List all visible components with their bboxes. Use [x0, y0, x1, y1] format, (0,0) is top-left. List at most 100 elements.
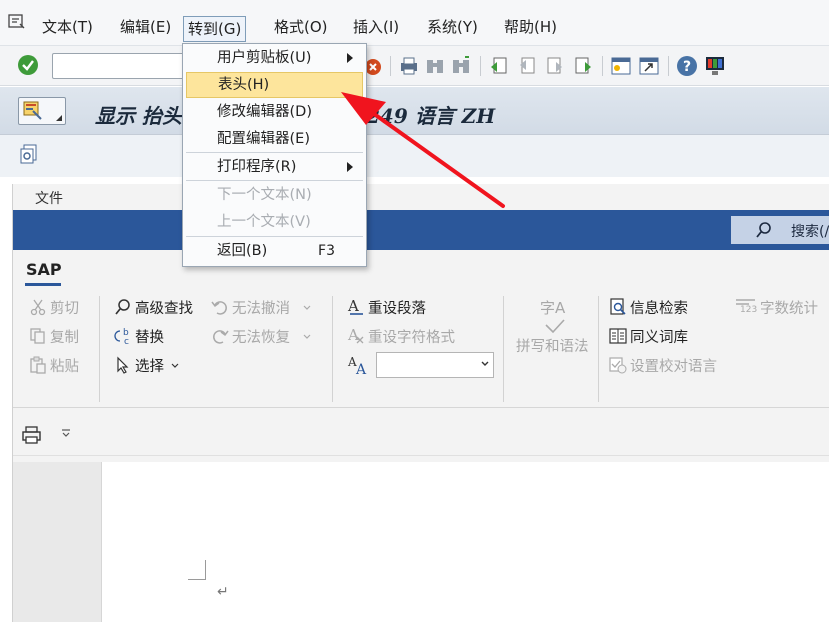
menu-item-label: 用户剪贴板(U) [217, 50, 312, 66]
copy-button[interactable]: 复制 [29, 327, 79, 347]
undo-label: 无法撤消 [232, 301, 290, 317]
word-count-button[interactable]: 123 字数统计 [735, 298, 818, 318]
margin-marker [188, 579, 206, 580]
spelling-grammar-label: 拼写和语法 [516, 339, 589, 355]
command-field[interactable] [52, 53, 192, 79]
previous-page-icon[interactable] [516, 55, 538, 77]
layout-menu-icon[interactable] [704, 55, 726, 77]
submenu-arrow-icon [347, 53, 353, 63]
find-next-icon[interactable] [450, 55, 472, 77]
set-proofing-language-button[interactable]: 设置校对语言 [609, 356, 717, 376]
tab-sap[interactable]: SAP [26, 260, 62, 279]
new-session-icon[interactable] [610, 55, 632, 77]
word-editor: 文件 搜索(/ SAP 剪切 复制 粘贴 高级查找 b c 替换 选择 无法撤消… [12, 184, 829, 622]
page-title: 显示 抬头 [95, 104, 182, 128]
word-file-tab[interactable]: 文件 [35, 188, 63, 208]
paste-label: 粘贴 [50, 359, 79, 375]
replace-label: 替换 [135, 330, 164, 346]
font-size-select[interactable] [376, 352, 494, 378]
advanced-find-label: 高级查找 [135, 301, 193, 317]
reset-char-format-label: 重设字符格式 [368, 330, 455, 346]
ribbon-tabs: SAP [13, 250, 829, 288]
thesaurus-label: 同义词库 [630, 330, 688, 346]
menu-text[interactable]: 文本(T) [38, 15, 97, 39]
print-icon[interactable] [21, 425, 43, 445]
submenu-arrow-icon [347, 162, 353, 172]
corner-triangle-icon [56, 115, 62, 121]
reset-char-format-button[interactable]: A 重设字符格式 [347, 327, 455, 347]
title-bar: 显示 抬头 249 语言 ZH [0, 87, 829, 135]
menu-item-next-text[interactable]: 下一个文本(N) [186, 182, 363, 208]
help-icon[interactable]: ? [676, 55, 698, 77]
customize-quick-access-icon[interactable] [61, 429, 71, 439]
menu-item-label: 下一个文本(N) [217, 187, 312, 203]
quick-access-bar [13, 412, 829, 456]
menu-edit[interactable]: 编辑(E) [116, 15, 175, 39]
svg-text:A: A [347, 298, 359, 315]
reset-paragraph-button[interactable]: A 重设段落 [347, 298, 426, 318]
enter-check-icon[interactable] [17, 54, 39, 76]
word-count-label: 字数统计 [760, 301, 818, 317]
system-menu-icon[interactable] [8, 13, 26, 31]
menu-item-back[interactable]: 返回(B) F3 [186, 238, 363, 264]
checkmark-icon [545, 319, 565, 334]
svg-text:?: ? [683, 59, 691, 75]
print-icon[interactable] [398, 55, 420, 77]
display-change-icon[interactable] [18, 143, 40, 165]
advanced-find-button[interactable]: 高级查找 [114, 298, 193, 318]
undo-button[interactable]: 无法撤消 [211, 298, 311, 318]
document-page[interactable] [101, 462, 829, 622]
spelling-grammar-button[interactable]: 字A 拼写和语法 [516, 298, 591, 362]
menu-system[interactable]: 系统(Y) [423, 15, 482, 39]
menu-goto[interactable]: 转到(G) [183, 16, 247, 42]
menu-item-label: 修改编辑器(D) [217, 104, 312, 120]
research-button[interactable]: 信息检索 [609, 298, 688, 318]
svg-text:c: c [124, 337, 129, 345]
paste-button[interactable]: 粘贴 [29, 356, 79, 376]
shortcut-icon[interactable] [638, 55, 660, 77]
chevron-down-icon [303, 334, 311, 339]
application-toolbar [0, 135, 829, 177]
menu-item-previous-text[interactable]: 上一个文本(V) [186, 209, 363, 235]
next-page-icon[interactable] [544, 55, 566, 77]
menu-item-label: 配置编辑器(E) [217, 131, 310, 147]
menu-item-print-program[interactable]: 打印程序(R) [186, 154, 363, 180]
last-page-icon[interactable] [572, 55, 594, 77]
menu-item-label: 上一个文本(V) [217, 214, 311, 230]
redo-button[interactable]: 无法恢复 [211, 327, 311, 347]
active-tab-indicator [25, 283, 61, 286]
find-icon[interactable] [424, 55, 446, 77]
paste-icon [30, 356, 46, 374]
paragraph-mark: ↵ [217, 584, 229, 600]
select-button[interactable]: 选择 [114, 356, 179, 376]
menu-item-header[interactable]: 表头(H) [186, 72, 363, 98]
word-file-bar: 文件 [13, 184, 829, 210]
menu-separator [186, 180, 363, 181]
menu-item-configure-editor[interactable]: 配置编辑器(E) [186, 126, 363, 152]
search-box[interactable]: 搜索(/ [731, 216, 829, 244]
page-title-suffix: 249 语言 ZH [366, 104, 496, 128]
word-title-band: 搜索(/ [13, 210, 829, 250]
document-menu-button[interactable] [18, 97, 66, 125]
select-label: 选择 [135, 359, 164, 375]
research-icon [610, 298, 626, 315]
pointer-icon [117, 356, 129, 374]
thesaurus-button[interactable]: 同义词库 [609, 327, 688, 347]
menu-insert[interactable]: 插入(I) [349, 15, 403, 39]
word-count-icon-text: 123 [740, 305, 758, 315]
replace-button[interactable]: b c 替换 [114, 327, 164, 347]
svg-text:A: A [347, 327, 359, 344]
cut-label: 剪切 [50, 301, 79, 317]
scissors-icon [30, 299, 46, 316]
first-page-icon[interactable] [488, 55, 510, 77]
chevron-down-icon [481, 361, 489, 366]
menu-help[interactable]: 帮助(H) [500, 15, 561, 39]
reset-paragraph-icon: A [347, 298, 363, 315]
menu-item-change-editor[interactable]: 修改编辑器(D) [186, 99, 363, 125]
cut-button[interactable]: 剪切 [29, 298, 79, 318]
copy-label: 复制 [50, 330, 79, 346]
menu-format[interactable]: 格式(O) [270, 15, 332, 39]
font-size-icon: A A [347, 355, 367, 376]
menu-item-user-clipboard[interactable]: 用户剪贴板(U) [186, 45, 363, 71]
search-icon [756, 222, 771, 238]
